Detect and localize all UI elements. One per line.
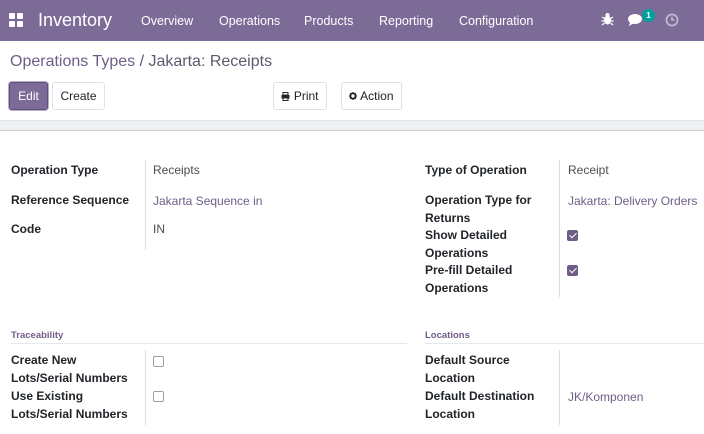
default-destination-location-value[interactable]: JK/Komponen: [568, 389, 643, 407]
return-type-value[interactable]: Jakarta: Delivery Orders: [568, 193, 697, 211]
traceability-separator: [145, 350, 146, 425]
menu-operations[interactable]: Operations: [219, 14, 280, 28]
use-existing-lots-checkbox[interactable]: [153, 391, 164, 402]
menu-products[interactable]: Products: [304, 14, 353, 28]
clock-icon[interactable]: [665, 13, 679, 30]
reference-sequence-label: Reference Sequence: [11, 193, 130, 207]
type-of-operation-value: Receipt: [568, 163, 609, 177]
return-type-label: Operation Type for Returns: [425, 193, 532, 225]
locations-separator: [559, 350, 560, 425]
locations-title: Locations: [425, 330, 470, 341]
left-group-separator: [145, 160, 146, 250]
code-value: IN: [153, 222, 165, 236]
edit-button[interactable]: Edit: [9, 82, 48, 110]
default-destination-location-label: Default Destination Location: [425, 389, 535, 421]
print-icon: [281, 92, 290, 101]
type-of-operation-label: Type of Operation: [425, 163, 527, 177]
breadcrumb: Operations Types / Jakarta: Receipts: [10, 53, 272, 71]
bug-icon[interactable]: [601, 12, 614, 29]
use-existing-lots-label: Use Existing Lots/Serial Numbers: [11, 389, 128, 421]
top-navbar: Inventory Overview Operations Products R…: [0, 0, 704, 41]
create-button[interactable]: Create: [52, 82, 105, 110]
messages-badge: 1: [642, 9, 655, 22]
breadcrumb-separator: /: [139, 53, 145, 70]
menu-configuration[interactable]: Configuration: [459, 14, 533, 28]
create-lots-label: Create New Lots/Serial Numbers: [11, 353, 128, 385]
gear-icon: [349, 92, 358, 100]
menu-overview[interactable]: Overview: [141, 14, 193, 28]
traceability-title: Traceability: [11, 330, 64, 341]
menu-reporting[interactable]: Reporting: [379, 14, 433, 28]
print-label: Print: [293, 89, 319, 103]
breadcrumb-current: Jakarta: Receipts: [148, 53, 273, 70]
reference-sequence-value[interactable]: Jakarta Sequence in: [153, 193, 262, 211]
traceability-divider: [11, 343, 407, 344]
sheet-background: [0, 120, 704, 131]
app-name[interactable]: Inventory: [38, 10, 112, 31]
print-button[interactable]: Print: [273, 82, 327, 110]
code-label: Code: [11, 222, 41, 236]
prefill-detailed-operations-label: Pre-fill Detailed Operations: [425, 263, 513, 295]
operation-type-value: Receipts: [153, 163, 200, 177]
action-button[interactable]: Action: [341, 82, 402, 110]
prefill-detailed-operations-checkbox[interactable]: [567, 265, 578, 276]
breadcrumb-parent[interactable]: Operations Types: [10, 53, 135, 70]
show-detailed-operations-label: Show Detailed Operations: [425, 228, 508, 260]
show-detailed-operations-checkbox[interactable]: [567, 230, 578, 241]
locations-divider: [425, 343, 704, 344]
action-label: Action: [360, 89, 394, 103]
create-lots-checkbox[interactable]: [153, 356, 164, 367]
right-group-separator: [559, 160, 560, 297]
apps-icon[interactable]: [9, 13, 23, 27]
default-source-location-label: Default Source Location: [425, 353, 510, 385]
operation-type-label: Operation Type: [11, 163, 99, 177]
